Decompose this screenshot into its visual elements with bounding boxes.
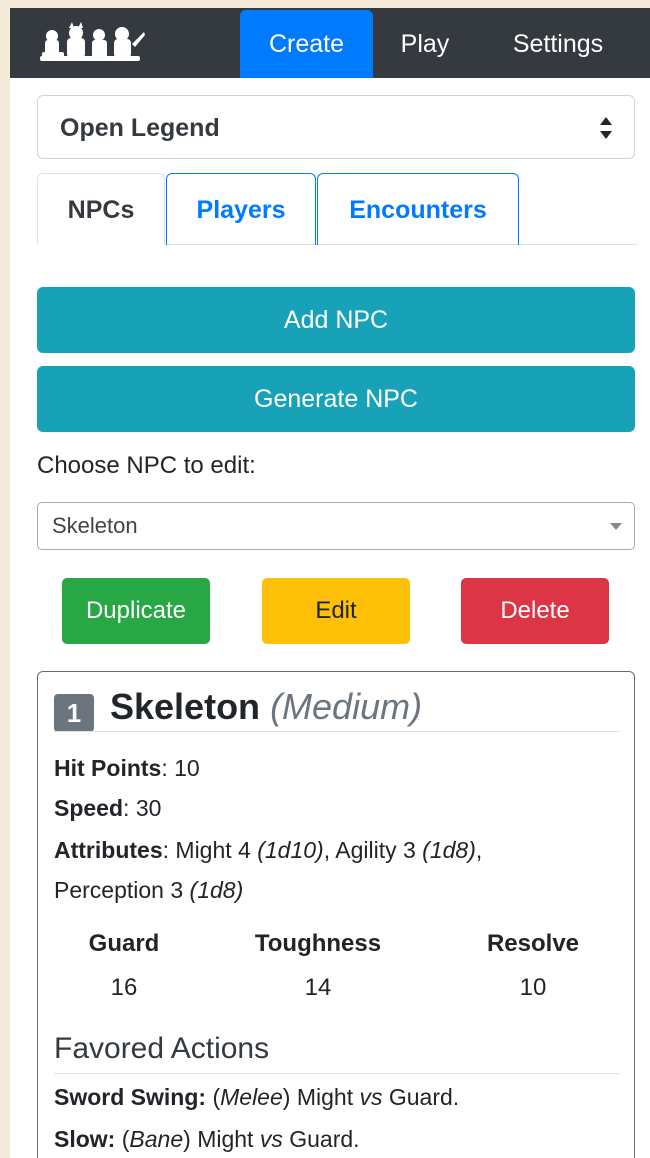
game-system-select[interactable]: Open Legend [37,95,635,159]
attributes-line-2: Perception 3 (1d8) [54,877,243,904]
edit-button[interactable]: Edit [262,578,410,644]
action-vs: vs [259,1126,283,1152]
duplicate-button[interactable]: Duplicate [62,578,210,644]
action-slow: Slow: (Bane) Might vs Guard. [54,1126,360,1152]
action-name: Sword Swing: [54,1084,207,1110]
speed-value: 30 [135,795,162,821]
action-type: Bane [129,1126,184,1152]
attr-agility-name: Agility [335,837,397,863]
level-badge: 1 [54,694,94,732]
action-defense: Guard. [388,1084,460,1110]
hit-points-line: Hit Points: 10 [54,755,200,781]
attr-perception-score: 3 [170,877,184,903]
speed-label: Speed [54,795,124,821]
favored-actions-heading: Favored Actions [54,1032,270,1065]
action-name: Slow: [54,1126,116,1152]
action-attribute: Might [197,1126,254,1152]
npc-select[interactable]: Skeleton [37,502,635,550]
chevron-down-icon [610,523,622,530]
npc-size: (Medium) [270,686,423,727]
game-system-value: Open Legend [60,114,220,142]
attr-might-dice: (1d10) [257,837,324,863]
monster-party-logo[interactable] [36,22,146,64]
attr-might-name: Might [175,837,232,863]
resolve-label: Resolve [486,930,580,957]
action-defense: Guard. [289,1126,360,1152]
choose-npc-label: Choose NPC to edit: [37,452,256,479]
attr-perception-dice: (1d8) [189,877,244,903]
attr-might-score: 4 [238,837,251,863]
guard-value: 16 [110,974,138,1001]
favored-actions-divider [54,1073,620,1074]
attr-perception-name: Perception [54,877,164,903]
npc-select-value: Skeleton [52,513,138,538]
tab-npcs[interactable]: NPCs [37,173,165,245]
toughness-label: Toughness [254,930,382,957]
npc-name: Skeleton [110,686,261,727]
nav-settings[interactable]: Settings [498,10,618,78]
navbar: Create Play Settings [10,8,650,78]
resolve-value: 10 [519,974,547,1001]
nav-play[interactable]: Play [390,10,460,78]
delete-button[interactable]: Delete [461,578,609,644]
hit-points-value: 10 [174,755,200,781]
title-divider [54,731,620,732]
action-attribute: Might [296,1084,354,1110]
attributes-line: Attributes: Might 4 (1d10), Agility 3 (1… [54,837,483,863]
generate-npc-button[interactable]: Generate NPC [37,366,635,432]
add-npc-button[interactable]: Add NPC [37,287,635,353]
npc-title: Skeleton (Medium) [110,686,422,728]
tab-players[interactable]: Players [166,173,316,245]
speed-line: Speed: 30 [54,795,162,821]
tab-encounters[interactable]: Encounters [317,173,519,245]
action-sword-swing: Sword Swing: (Melee) Might vs Guard. [54,1084,460,1110]
select-updown-icon [600,117,612,139]
guard-label: Guard [88,930,160,957]
toughness-value: 14 [304,974,332,1001]
attributes-label: Attributes [54,837,163,863]
nav-create[interactable]: Create [240,10,373,78]
npc-stat-block: 1 Skeleton (Medium) Hit Points: 10 Speed… [37,671,635,1158]
attr-agility-dice: (1d8) [422,837,476,863]
action-vs: vs [359,1084,383,1110]
app-frame: Create Play Settings Open Legend NPCs Pl… [10,8,650,1158]
hit-points-label: Hit Points [54,755,162,781]
action-type: Melee [220,1084,283,1110]
attr-agility-score: 3 [402,837,416,863]
